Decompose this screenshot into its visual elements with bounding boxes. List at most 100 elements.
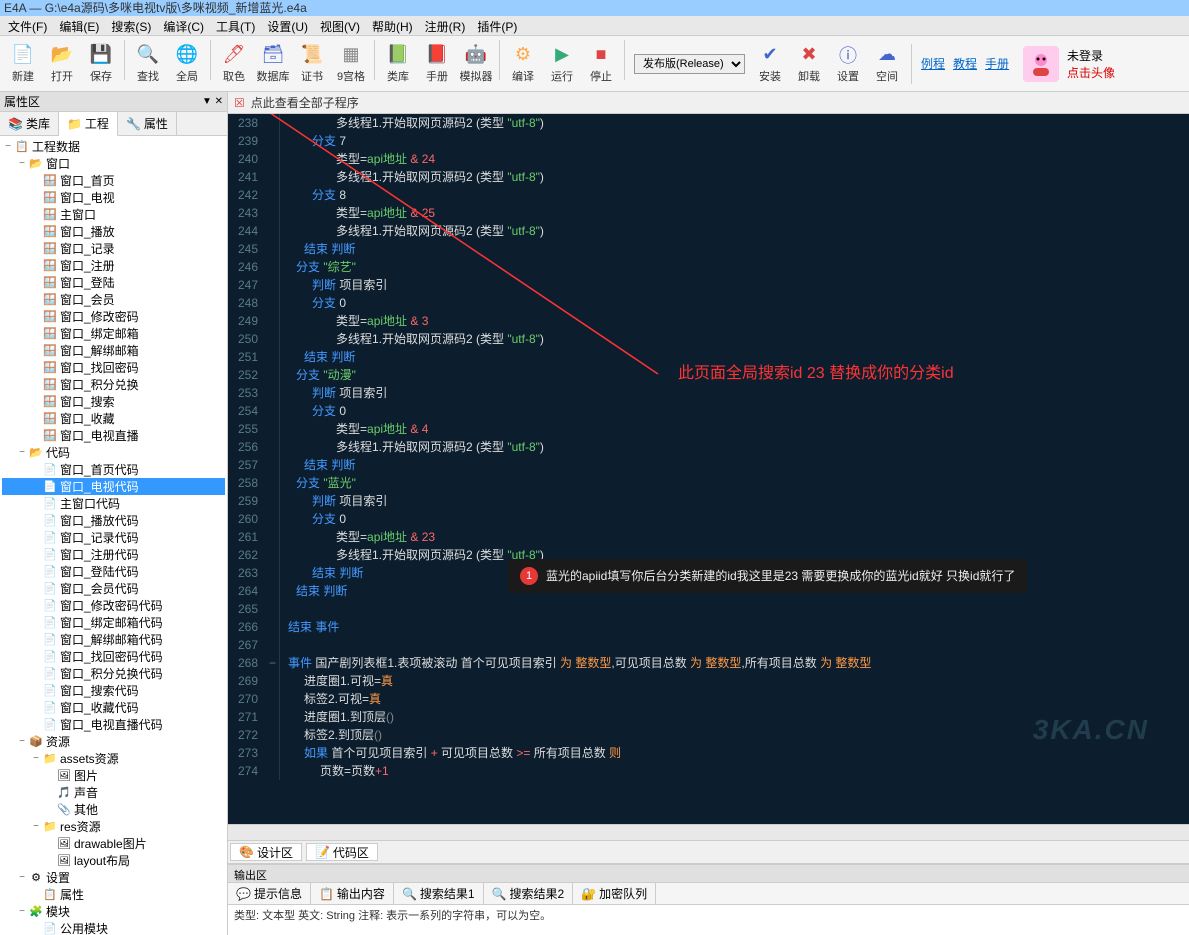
tool-手册[interactable]: 📕手册 [418,40,456,88]
tree-窗口_注册[interactable]: 🪟窗口_注册 [2,257,225,274]
tool-卸载[interactable]: ✖卸载 [790,40,828,88]
code-line-242[interactable]: 242分支 8 [228,186,1189,204]
tree-代码[interactable]: −📂代码 [2,444,225,461]
code-line-243[interactable]: 243类型=api地址 & 25 [228,204,1189,222]
tree-窗口_绑定邮箱代码[interactable]: 📄窗口_绑定邮箱代码 [2,614,225,631]
menu-视图(V)[interactable]: 视图(V) [314,16,366,35]
code-line-248[interactable]: 248分支 0 [228,294,1189,312]
tree-窗口_找回密码[interactable]: 🪟窗口_找回密码 [2,359,225,376]
tree-窗口_注册代码[interactable]: 📄窗口_注册代码 [2,546,225,563]
link-教程[interactable]: 教程 [953,55,977,72]
code-line-254[interactable]: 254分支 0 [228,402,1189,420]
menu-设置(U)[interactable]: 设置(U) [261,16,314,35]
tool-打开[interactable]: 📂打开 [43,40,81,88]
prop-tab-类库[interactable]: 📚类库 [0,112,59,135]
tool-编译[interactable]: ⚙编译 [504,40,542,88]
code-line-244[interactable]: 244多线程1.开始取网页源码2 (类型 "utf-8") [228,222,1189,240]
tool-查找[interactable]: 🔍查找 [129,40,167,88]
tree-窗口_解绑邮箱代码[interactable]: 📄窗口_解绑邮箱代码 [2,631,225,648]
tool-空间[interactable]: ☁空间 [868,40,906,88]
code-hscroll[interactable] [228,824,1189,840]
code-line-241[interactable]: 241多线程1.开始取网页源码2 (类型 "utf-8") [228,168,1189,186]
tree-layout布局[interactable]: 🖼layout布局 [2,852,225,869]
tool-设置[interactable]: ⓘ设置 [829,40,867,88]
tree-窗口_积分兑换[interactable]: 🪟窗口_积分兑换 [2,376,225,393]
tool-取色[interactable]: 🖊取色 [215,40,253,88]
tree-工程数据[interactable]: −📋工程数据 [2,138,225,155]
output-tab-搜索结果1[interactable]: 🔍搜索结果1 [394,883,484,904]
tree-资源[interactable]: −📦资源 [2,733,225,750]
view-tab-设计区[interactable]: 🎨设计区 [230,843,302,861]
tree-窗口_播放代码[interactable]: 📄窗口_播放代码 [2,512,225,529]
code-line-249[interactable]: 249类型=api地址 & 3 [228,312,1189,330]
output-tab-提示信息[interactable]: 💬提示信息 [228,883,311,904]
tree-窗口_电视直播代码[interactable]: 📄窗口_电视直播代码 [2,716,225,733]
tree-窗口_电视[interactable]: 🪟窗口_电视 [2,189,225,206]
tree-窗口_搜索代码[interactable]: 📄窗口_搜索代码 [2,682,225,699]
tool-保存[interactable]: 💾保存 [82,40,120,88]
tree-窗口_修改密码代码[interactable]: 📄窗口_修改密码代码 [2,597,225,614]
tool-安装[interactable]: ✔安装 [751,40,789,88]
link-例程[interactable]: 例程 [921,55,945,72]
code-line-260[interactable]: 260分支 0 [228,510,1189,528]
output-tab-加密队列[interactable]: 🔐加密队列 [573,883,656,904]
tree-主窗口[interactable]: 🪟主窗口 [2,206,225,223]
tree-图片[interactable]: 🖼图片 [2,767,225,784]
menu-注册(R)[interactable]: 注册(R) [419,16,472,35]
tree-窗口_收藏代码[interactable]: 📄窗口_收藏代码 [2,699,225,716]
tree-窗口_登陆[interactable]: 🪟窗口_登陆 [2,274,225,291]
code-line-256[interactable]: 256多线程1.开始取网页源码2 (类型 "utf-8") [228,438,1189,456]
link-手册[interactable]: 手册 [985,55,1009,72]
tree-窗口_播放[interactable]: 🪟窗口_播放 [2,223,225,240]
view-tab-代码区[interactable]: 📝代码区 [306,843,378,861]
tree-窗口_会员[interactable]: 🪟窗口_会员 [2,291,225,308]
tree-窗口_首页[interactable]: 🪟窗口_首页 [2,172,225,189]
tool-数据库[interactable]: 🗃数据库 [254,40,292,88]
tree-窗口_电视代码[interactable]: 📄窗口_电视代码 [2,478,225,495]
code-line-239[interactable]: 239分支 7 [228,132,1189,150]
tree-公用模块[interactable]: 📄公用模块 [2,920,225,935]
tree-声音[interactable]: 🎵声音 [2,784,225,801]
tree-主窗口代码[interactable]: 📄主窗口代码 [2,495,225,512]
tool-全局[interactable]: 🌐全局 [168,40,206,88]
project-tree[interactable]: −📋工程数据−📂窗口🪟窗口_首页🪟窗口_电视🪟主窗口🪟窗口_播放🪟窗口_记录🪟窗… [0,136,227,935]
code-line-240[interactable]: 240类型=api地址 & 24 [228,150,1189,168]
menu-帮助(H)[interactable]: 帮助(H) [366,16,419,35]
tree-窗口_修改密码[interactable]: 🪟窗口_修改密码 [2,308,225,325]
tree-窗口[interactable]: −📂窗口 [2,155,225,172]
tool-模拟器[interactable]: 🤖模拟器 [457,40,495,88]
tree-窗口_首页代码[interactable]: 📄窗口_首页代码 [2,461,225,478]
tree-drawable图片[interactable]: 🖼drawable图片 [2,835,225,852]
menu-编译(C)[interactable]: 编译(C) [157,16,210,35]
tree-窗口_绑定邮箱[interactable]: 🪟窗口_绑定邮箱 [2,325,225,342]
tree-窗口_电视直播[interactable]: 🪟窗口_电视直播 [2,427,225,444]
tree-res资源[interactable]: −📁res资源 [2,818,225,835]
tree-窗口_记录代码[interactable]: 📄窗口_记录代码 [2,529,225,546]
avatar[interactable] [1023,46,1059,82]
prop-tab-属性[interactable]: 🔧属性 [118,112,177,135]
tool-9宫格[interactable]: ▦9宫格 [332,40,370,88]
code-line-274[interactable]: 274页数=页数+1 [228,762,1189,780]
menu-搜索(S)[interactable]: 搜索(S) [105,16,157,35]
tree-窗口_记录[interactable]: 🪟窗口_记录 [2,240,225,257]
code-line-269[interactable]: 269进度圈1.可视=真 [228,672,1189,690]
code-line-238[interactable]: 238多线程1.开始取网页源码2 (类型 "utf-8") [228,114,1189,132]
code-line-255[interactable]: 255类型=api地址 & 4 [228,420,1189,438]
code-line-253[interactable]: 253判断 项目索引 [228,384,1189,402]
tool-运行[interactable]: ▶运行 [543,40,581,88]
code-line-245[interactable]: 245结束 判断 [228,240,1189,258]
prop-tab-工程[interactable]: 📁工程 [59,112,118,136]
code-line-258[interactable]: 258分支 "蓝光" [228,474,1189,492]
editor-hint[interactable]: 点此查看全部子程序 [251,94,359,111]
code-line-268[interactable]: 268−事件 国产剧列表框1.表项被滚动 首个可见项目索引 为 整数型,可见项目… [228,654,1189,672]
tree-模块[interactable]: −🧩模块 [2,903,225,920]
tool-停止[interactable]: ■停止 [582,40,620,88]
menu-文件(F)[interactable]: 文件(F) [2,16,53,35]
tree-窗口_找回密码代码[interactable]: 📄窗口_找回密码代码 [2,648,225,665]
panel-menu-icon[interactable]: ▼ ✕ [202,96,223,107]
code-line-246[interactable]: 246分支 "综艺" [228,258,1189,276]
code-line-257[interactable]: 257结束 判断 [228,456,1189,474]
tree-窗口_搜索[interactable]: 🪟窗口_搜索 [2,393,225,410]
tree-设置[interactable]: −⚙设置 [2,869,225,886]
tree-assets资源[interactable]: −📁assets资源 [2,750,225,767]
